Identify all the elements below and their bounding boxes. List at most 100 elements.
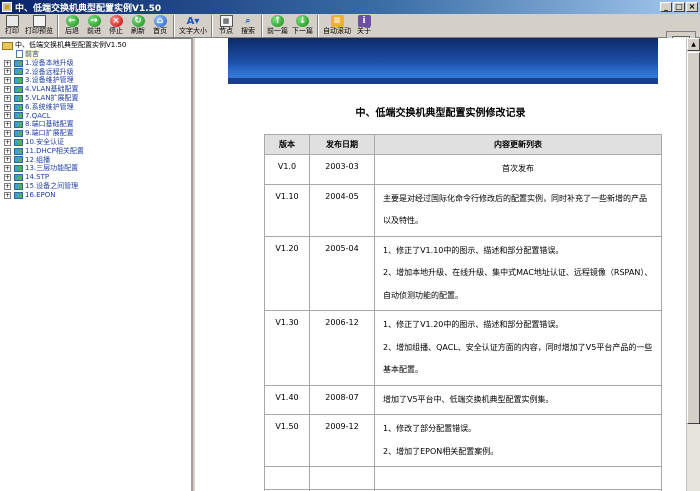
tree-item[interactable]: +10.安全认证	[0, 138, 191, 147]
table-row: V1.10 2004-05 主要是对经过国际化命令行修改后的配置实例，同时补充了一些…	[264, 183, 662, 237]
print-button[interactable]: 打印	[1, 14, 23, 36]
tree-item-preface[interactable]: 前言	[0, 50, 191, 59]
expand-icon[interactable]: +	[4, 182, 11, 190]
book-icon	[14, 156, 23, 164]
toolbar-button-label: 后退	[65, 27, 79, 35]
toolbar-button-label: 节点	[219, 27, 233, 35]
prev-page-button[interactable]: ↑ 前一篇	[265, 14, 290, 36]
column-header-version: 版本	[264, 134, 310, 155]
tree-root-label: 中、低端交换机典型配置实例V1.50	[15, 41, 127, 49]
toolbar-button-label: 刷新	[131, 27, 145, 35]
nodes-button[interactable]: ▦ 节点	[215, 14, 237, 36]
tree-item[interactable]: +16.EPON	[0, 191, 191, 200]
version-cell: V1.20	[264, 235, 310, 311]
auto-scroll-button[interactable]: ≡ 自动滚动	[321, 14, 353, 36]
tree-item[interactable]: +6.系统维护管理	[0, 103, 191, 112]
refresh-icon: ↻	[131, 15, 145, 27]
toolbar-separator	[57, 15, 59, 37]
about-button[interactable]: i 关于	[353, 14, 375, 36]
expand-icon[interactable]: +	[4, 138, 11, 146]
content-line: 1、修正了V1.20中的图示、描述和部分配置错误。	[383, 320, 564, 329]
table-row: V1.50 2009-12 1、修改了部分配置错误。 2、增加了EPON相关配置案例。	[264, 414, 662, 467]
tree-item[interactable]: +13.三层功能配置	[0, 164, 191, 173]
date-cell: 2008-07	[309, 384, 375, 415]
toolbar-button-label: 自动滚动	[323, 27, 351, 35]
title-bar: 中、低端交换机典型配置实例V1.50 _ □ ×	[0, 0, 700, 14]
revision-table: 版本 发布日期 内容更新列表 V1.0 2003-03 首次发布 V1.10 2004-…	[264, 134, 662, 491]
expand-icon[interactable]: +	[4, 130, 11, 138]
font-size-button[interactable]: A▾ 文字大小	[177, 14, 209, 36]
book-icon	[14, 103, 23, 111]
expand-icon[interactable]: +	[4, 121, 11, 129]
tree-item-label: 4.VLAN基础配置	[25, 85, 79, 94]
tree-item-label: 10.安全认证	[25, 137, 65, 146]
table-row: V1.40 2008-07 增加了V5平台中、低端交换机典型配置实例集。	[264, 384, 662, 415]
tree-item[interactable]: +3.设备维护管理	[0, 76, 191, 85]
expand-icon[interactable]: +	[4, 86, 11, 94]
tree-item[interactable]: +4.VLAN基础配置	[0, 85, 191, 94]
expand-icon[interactable]: +	[4, 103, 11, 111]
close-button[interactable]: ×	[686, 2, 698, 12]
tree-item-label: 9.端口扩展配置	[25, 129, 74, 138]
expand-icon[interactable]: +	[4, 174, 11, 182]
refresh-button[interactable]: ↻ 刷新	[127, 14, 149, 36]
expand-icon[interactable]: +	[4, 112, 11, 120]
tree-item-label: 15.设备之间管理	[25, 181, 79, 190]
vertical-scrollbar[interactable]: ▲	[686, 38, 700, 491]
forward-button[interactable]: → 前进	[83, 14, 105, 36]
forward-arrow-icon: →	[87, 15, 101, 27]
toolbar-button-label: 前一篇	[267, 27, 288, 35]
content-cell: 增加了V5平台中、低端交换机典型配置实例集。	[374, 384, 662, 415]
font-size-icon: A▾	[186, 15, 200, 27]
maximize-button[interactable]: □	[673, 2, 685, 12]
expand-icon[interactable]: +	[4, 77, 11, 85]
expand-icon[interactable]: +	[4, 156, 11, 164]
scroll-up-button[interactable]: ▲	[687, 38, 700, 51]
book-icon	[14, 86, 23, 94]
expand-icon[interactable]: +	[4, 191, 11, 199]
toolbar-button-label: 打印	[5, 27, 19, 35]
content-cell: 首次发布	[374, 154, 662, 185]
window-title: 中、低端交换机典型配置实例V1.50	[15, 3, 162, 14]
scroll-thumb[interactable]	[687, 52, 700, 424]
print-preview-icon	[32, 15, 46, 27]
version-cell: V1.40	[264, 384, 310, 415]
print-preview-button[interactable]: 打印预览	[23, 14, 55, 36]
home-button[interactable]: ⌂ 首页	[149, 14, 171, 36]
expand-icon[interactable]: +	[4, 94, 11, 102]
tree-item-label: 5.VLAN扩展配置	[25, 93, 79, 102]
expand-icon[interactable]: +	[4, 165, 11, 173]
tree-root[interactable]: 中、低端交换机典型配置实例V1.50	[0, 41, 191, 50]
version-cell: V1.30	[264, 310, 310, 386]
about-icon: i	[357, 15, 371, 27]
tree-item[interactable]: +9.端口扩展配置	[0, 129, 191, 138]
back-button[interactable]: ← 后退	[61, 14, 83, 36]
tree-item[interactable]: +8.端口基础配置	[0, 120, 191, 129]
date-cell: 2009-12	[309, 414, 375, 467]
book-icon	[14, 121, 23, 129]
toolbar-separator	[317, 15, 319, 37]
stop-icon: ×	[109, 15, 123, 27]
tree-item[interactable]: +11.DHCP相关配置	[0, 147, 191, 156]
tree-item[interactable]: +14.STP	[0, 173, 191, 182]
tree-item[interactable]: +1.设备本地升级	[0, 59, 191, 68]
toolbar-separator	[173, 15, 175, 37]
next-page-icon: ↓	[296, 15, 309, 27]
next-page-button[interactable]: ↓ 下一篇	[290, 14, 315, 36]
minimize-button[interactable]: _	[660, 2, 672, 12]
tree-item[interactable]: +15.设备之间管理	[0, 182, 191, 191]
stop-button[interactable]: × 停止	[105, 14, 127, 36]
expand-icon[interactable]: +	[4, 147, 11, 155]
empty-table-row	[264, 466, 662, 490]
expand-icon[interactable]: +	[4, 59, 11, 67]
toolbar-separator	[211, 15, 213, 37]
content-line: 首次发布	[502, 164, 534, 173]
expand-icon[interactable]: +	[4, 68, 11, 76]
content-line: 2、增加了EPON相关配置案例。	[383, 446, 499, 456]
tree-item[interactable]: +5.VLAN扩展配置	[0, 94, 191, 103]
table-row: V1.30 2006-12 1、修正了V1.20中的图示、描述和部分配置错误。 2、增…	[264, 310, 662, 386]
content-line: 2、增加本地升级、在线升级、集中式MAC地址认证、远程镜像（RSPAN）、自动侦…	[383, 268, 653, 300]
window-controls: _ □ ×	[660, 2, 698, 12]
open-book-icon	[2, 41, 13, 50]
search-button[interactable]: ⌕ 搜索	[237, 14, 259, 36]
